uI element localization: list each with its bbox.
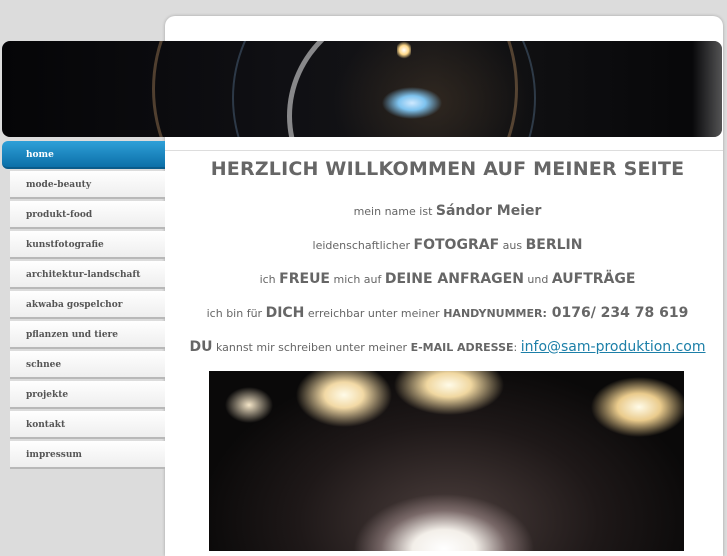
nav-item-produkt-food[interactable]: produkt-food	[10, 201, 165, 229]
intro-name-line: mein name ist Sándor Meier	[353, 203, 542, 219]
nav-item-kontakt[interactable]: kontakt	[10, 411, 165, 439]
nav-item-kunstfotografie[interactable]: kunstfotografie	[10, 231, 165, 259]
nav-item-schnee[interactable]: schnee	[10, 351, 165, 379]
photographer-name: Sándor Meier	[435, 203, 542, 219]
featured-photo	[209, 371, 684, 551]
nav-item-akwaba-gospelchor[interactable]: akwaba gospelchor	[10, 291, 165, 319]
email-link[interactable]: info@sam-produktion.com	[521, 339, 706, 355]
phone-number: 0176/ 234 78 619	[546, 305, 689, 321]
phone-line: ich bin für DICH erreichbar unter meiner…	[206, 305, 689, 321]
content-divider	[165, 150, 723, 151]
page-title: HERZLICH WILLKOMMEN AUF MEINER SEITE	[210, 158, 685, 180]
welcome-section: HERZLICH WILLKOMMEN AUF MEINER SEITE mei…	[165, 158, 727, 364]
nav-item-impressum[interactable]: impressum	[10, 441, 165, 469]
nav-item-projekte[interactable]: projekte	[10, 381, 165, 409]
nav-item-home[interactable]: home	[2, 141, 165, 169]
nav-item-mode-beauty[interactable]: mode-beauty	[10, 171, 165, 199]
email-line: DU kannst mir schreiben unter meiner E-M…	[189, 339, 706, 355]
intro-requests-line: ich FREUE mich auf DEINE ANFRAGEN und AU…	[259, 271, 636, 287]
header-banner-image	[2, 41, 722, 137]
sidebar-nav: home mode-beauty produkt-food kunstfotog…	[2, 141, 165, 471]
nav-item-pflanzen-und-tiere[interactable]: pflanzen und tiere	[10, 321, 165, 349]
intro-profession-line: leidenschaftlicher FOTOGRAF aus BERLIN	[312, 237, 583, 253]
nav-item-architektur-landschaft[interactable]: architektur-landschaft	[10, 261, 165, 289]
